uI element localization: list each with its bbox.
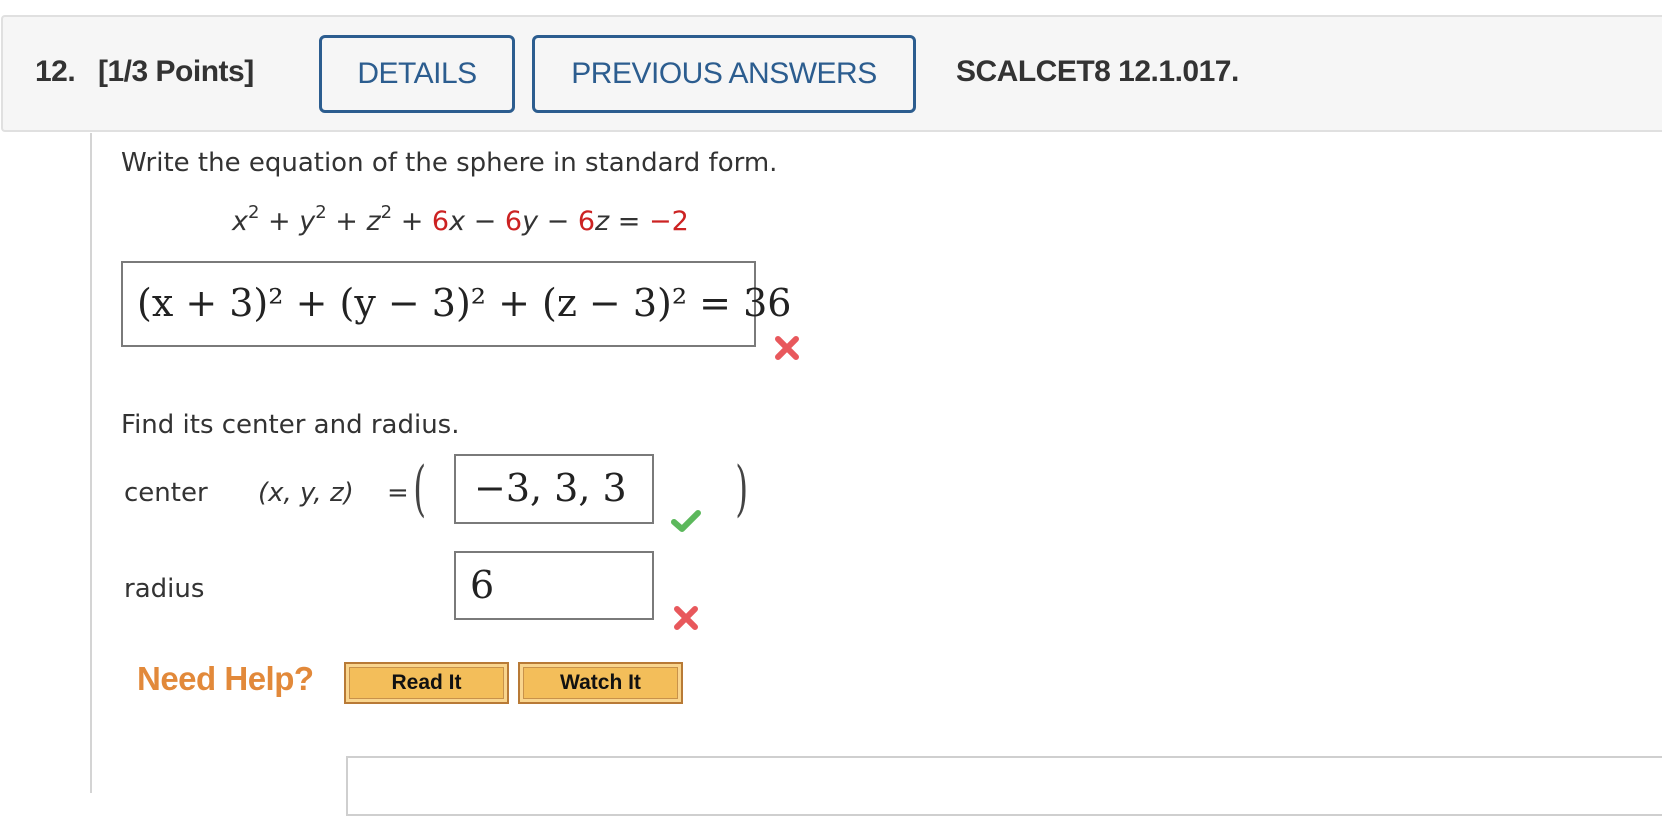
question-points: [1/3 Points] [98, 55, 254, 88]
close-paren: ) [735, 454, 749, 524]
x-mark-icon [674, 606, 698, 630]
previous-answers-button[interactable]: PREVIOUS ANSWERS [532, 35, 916, 113]
read-it-button[interactable]: Read It [344, 662, 509, 704]
given-exponent: 2 [315, 202, 327, 223]
open-paren: ( [413, 454, 427, 524]
given-term: z [595, 206, 610, 237]
given-operator: − [465, 206, 505, 237]
given-term: z [366, 206, 381, 237]
given-term: x [232, 206, 248, 237]
check-mark-icon [671, 510, 701, 532]
radius-answer-field[interactable]: 6 [454, 551, 654, 620]
question-header: 12. [1/3 Points] DETAILS PREVIOUS ANSWER… [1, 15, 1662, 132]
given-exponent: 2 [380, 202, 393, 223]
question-code: SCALCET8 12.1.017. [956, 55, 1239, 88]
question-number: 12. [35, 55, 76, 88]
given-operator: = [609, 206, 650, 237]
find-prompt: Find its center and radius. [121, 410, 460, 440]
center-answer-field[interactable]: −3, 3, 3 [454, 454, 654, 524]
given-coefficient: 6 [504, 206, 523, 237]
given-operator: + [259, 206, 300, 237]
center-coord-label: (x, y, z) [258, 478, 354, 508]
need-help-label: Need Help? [137, 660, 314, 697]
given-term: y [522, 206, 539, 237]
center-equals: = [387, 478, 409, 508]
given-exponent: 2 [247, 202, 260, 223]
question-left-border [90, 133, 92, 793]
radius-label: radius [124, 574, 205, 604]
given-coefficient: 6 [577, 206, 596, 237]
given-term: x [449, 206, 466, 237]
next-section-box [346, 756, 1662, 816]
given-operator: + [392, 206, 432, 237]
given-operator: + [326, 206, 367, 237]
given-operator: − [538, 206, 578, 237]
given-equation: x2 + y2 + z2 + 6x − 6y − 6z = −2 [232, 202, 689, 237]
given-term: y [299, 206, 316, 237]
center-label: center [124, 478, 208, 508]
x-mark-icon [775, 336, 799, 360]
given-coefficient: 6 [431, 206, 450, 237]
watch-it-button[interactable]: Watch It [518, 662, 683, 704]
standard-form-answer-field[interactable]: (x + 3)² + (y − 3)² + (z − 3)² = 36 [121, 261, 791, 347]
details-button[interactable]: DETAILS [319, 35, 515, 113]
given-constant: −2 [649, 206, 689, 237]
question-prompt: Write the equation of the sphere in stan… [121, 148, 778, 178]
